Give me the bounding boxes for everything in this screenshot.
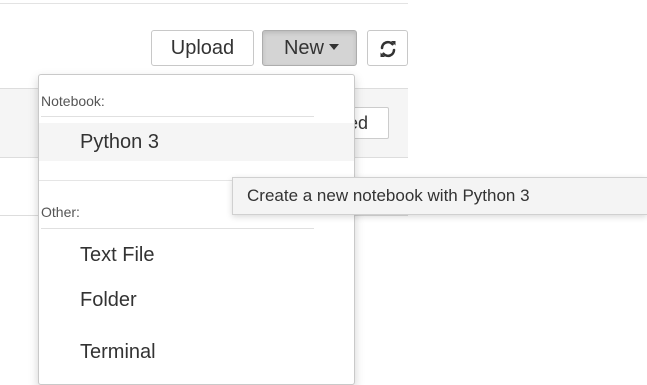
upload-button-label: Upload — [170, 37, 235, 59]
other-section-header: Other: — [41, 204, 80, 220]
upload-button[interactable]: Upload — [151, 30, 254, 66]
caret-down-icon — [329, 43, 339, 50]
top-divider — [0, 3, 408, 4]
other-section-divider — [41, 228, 314, 229]
new-button-label: New — [283, 37, 324, 59]
menu-item-text-file[interactable]: Text File — [39, 236, 354, 274]
menu-item-folder[interactable]: Folder — [39, 281, 354, 319]
menu-item-python3[interactable]: Python 3 — [39, 123, 354, 161]
tooltip-text: Create a new notebook with Python 3 — [247, 186, 530, 205]
notebook-section-divider — [41, 116, 314, 117]
notebook-section-header: Notebook: — [41, 93, 105, 109]
refresh-icon — [380, 40, 395, 58]
jupyter-file-browser: Upload New ed Notebook: Python 3 Other: … — [0, 0, 647, 385]
refresh-button[interactable] — [367, 30, 408, 66]
tooltip: Create a new notebook with Python 3 — [232, 177, 647, 215]
new-dropdown-button[interactable]: New — [262, 30, 357, 66]
menu-item-terminal[interactable]: Terminal — [39, 333, 354, 371]
